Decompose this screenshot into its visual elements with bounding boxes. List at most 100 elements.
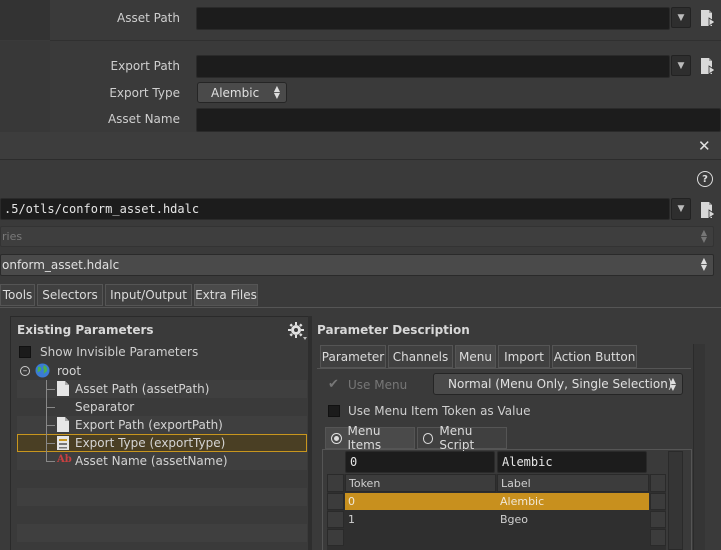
column-header-label[interactable]: Label [497,474,649,492]
radio-selected-icon [331,432,342,444]
asset-path-label: Asset Path [117,11,180,25]
tree-row-root[interactable]: – root [17,362,307,380]
row-header[interactable] [327,511,344,528]
row-trailer [650,493,666,510]
tree-row-export-type[interactable]: Export Type (exportType) [17,434,307,452]
export-type-value: Alembic [211,85,260,100]
tree-row-label: Export Type (exportType) [75,436,226,450]
menu-mode-value: Normal (Menu Only, Single Selection) [448,377,673,391]
file-chooser-icon[interactable] [700,9,716,27]
globe-icon [35,363,50,378]
tree-line [46,452,47,461]
file-chooser-icon[interactable] [700,57,716,75]
export-path-label: Export Path [110,59,180,73]
tree-empty-row [17,470,307,488]
export-type-menu[interactable]: Alembic ▲ ▼ [197,82,287,103]
definition-value: onform_asset.hdalc [2,258,120,272]
vertical-scrollbar[interactable] [693,344,705,550]
label-edit-field[interactable]: Alembic [497,451,647,473]
tree-empty-row [17,506,307,524]
use-token-checkbox[interactable] [328,405,340,417]
library-path-dropdown-button[interactable]: ▼ [671,198,691,220]
tree-line [46,443,55,444]
show-invisible-label: Show Invisible Parameters [40,345,199,359]
type-properties-dialog: ✕ ? .5/otls/conform_asset.hdalc ▼ ries ▲… [0,132,721,550]
up-down-arrows-icon: ▲ ▼ [700,256,707,272]
library-path-field[interactable]: .5/otls/conform_asset.hdalc [0,198,670,220]
menu-script-radio[interactable]: Menu Script [417,424,507,452]
file-chooser-icon[interactable] [700,201,716,219]
table-row-label[interactable]: Bgeo [497,511,649,528]
tree-empty-row [17,524,307,542]
tab-input-output[interactable]: Input/Output [105,284,192,306]
menu-param-icon [57,436,69,450]
parameter-panel: Asset Path ▼ Export Path ▼ Export Type A… [0,0,721,132]
tree-row-asset-path[interactable]: Asset Path (assetPath) [17,380,307,398]
up-down-arrows-icon: ▲ ▼ [273,84,280,100]
table-corner [327,474,344,492]
existing-parameters-title: Existing Parameters [17,323,154,337]
tab-tools[interactable]: Tools [0,284,35,306]
tab-menu[interactable]: Menu [455,345,496,368]
definition-menu[interactable]: onform_asset.hdalc ▲ ▼ [0,254,714,276]
tree-empty-row [17,488,307,506]
divider [50,40,721,41]
menu-script-label: Menu Script [439,424,475,452]
menu-mode-select[interactable]: Normal (Menu Only, Single Selection) ▲ ▼ [433,373,683,395]
tree-row-export-path[interactable]: Export Path (exportPath) [17,416,307,434]
asset-name-field[interactable] [196,108,721,132]
column-header-token[interactable]: Token [345,474,496,492]
token-edit-field[interactable]: 0 [345,451,495,473]
up-down-arrows-icon: ▲ ▼ [669,376,676,392]
category-value: ries [2,230,23,243]
radio-unselected-icon [423,432,434,444]
tree-row-asset-name[interactable]: Ab Asset Name (assetName) [17,452,307,470]
menu-items-label: Menu Items [347,424,382,452]
tab-selectors[interactable]: Selectors [37,284,103,306]
tree-line [46,407,55,408]
tab-channels[interactable]: Channels [388,345,453,368]
file-param-icon [57,381,69,396]
table-row-token[interactable]: 0 [345,493,497,510]
checkmark-icon[interactable]: ✔ [328,377,339,392]
file-param-icon [57,417,69,432]
category-menu[interactable]: ries ▲ ▼ [0,226,714,247]
panel-left-strip [0,41,50,132]
table-row-token[interactable]: 1 [345,511,497,528]
tab-extra-files[interactable]: Extra Files [194,284,258,306]
string-param-icon: Ab [57,454,72,465]
up-down-arrows-icon: ▲ ▼ [700,228,707,244]
tree-row-separator[interactable]: Separator [17,398,307,416]
use-token-label: Use Menu Item Token as Value [348,404,531,418]
collapse-icon[interactable]: – [20,366,30,376]
asset-path-field[interactable] [196,7,670,30]
use-menu-label: Use Menu [348,378,408,392]
tab-parameter[interactable]: Parameter [320,345,386,368]
row-header[interactable] [327,493,344,510]
export-type-label: Export Type [109,86,180,100]
tree-row-label: Asset Path (assetPath) [75,382,210,396]
panel-left-strip [0,0,50,40]
show-invisible-checkbox[interactable] [19,346,31,358]
tree-row-label: Separator [75,400,135,414]
export-path-dropdown-button[interactable]: ▼ [671,55,691,76]
row-trailer [650,511,666,528]
pane-splitter[interactable] [308,316,312,550]
gear-icon[interactable] [287,321,307,341]
dialog-title-bar: ✕ [0,132,721,160]
tree-row-label: Asset Name (assetName) [75,454,228,468]
tree-row-label: Export Path (exportPath) [75,418,223,432]
tree-row-label: root [57,364,82,378]
menu-items-radio[interactable]: Menu Items [325,424,415,452]
tab-action-button[interactable]: Action Button [552,345,637,368]
help-icon[interactable]: ? [697,171,713,187]
table-scrollbar[interactable] [668,451,683,550]
asset-path-dropdown-button[interactable]: ▼ [671,7,691,28]
column-header-extra [650,474,666,492]
tree-empty-row [17,542,307,550]
row-header[interactable] [327,529,344,546]
export-path-field[interactable] [196,55,670,78]
close-icon[interactable]: ✕ [698,137,711,155]
tab-import[interactable]: Import [498,345,550,368]
table-row-label[interactable]: Alembic [497,493,649,510]
